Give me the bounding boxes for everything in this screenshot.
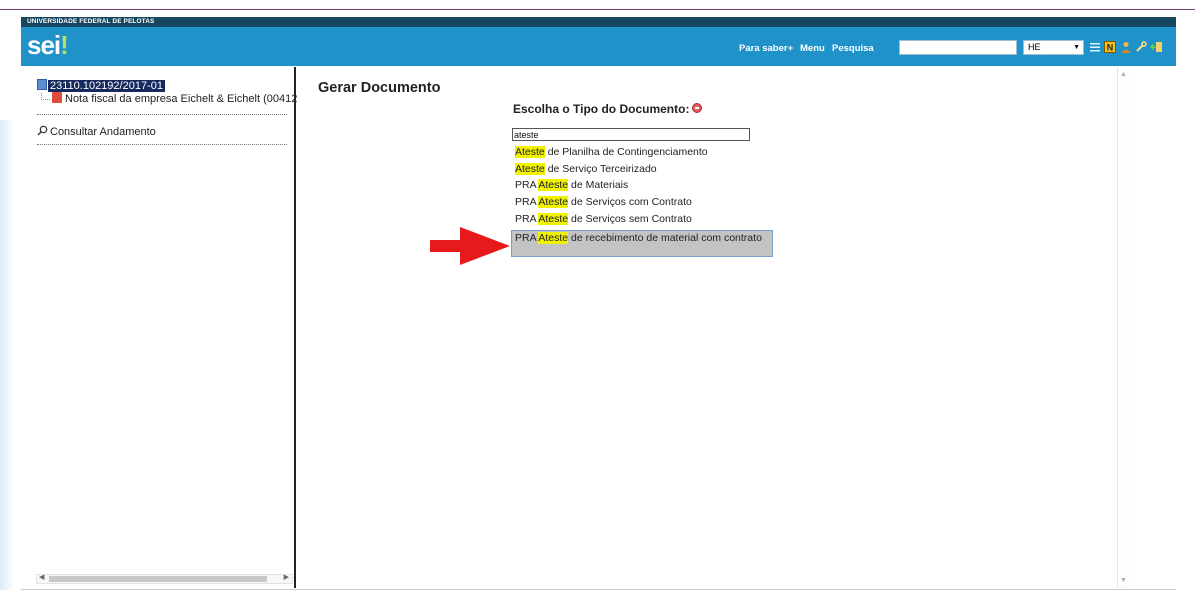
link-para-saber-mais[interactable]: Para saber+ xyxy=(739,43,793,54)
top-rule xyxy=(0,9,1195,10)
option-suffix: de Planilha de Contingenciamento xyxy=(544,146,708,158)
page-title: Gerar Documento xyxy=(318,80,441,96)
scroll-up-icon[interactable]: ▲ xyxy=(1120,71,1127,78)
option-suffix: de Materiais xyxy=(568,179,629,191)
document-type-option[interactable]: Ateste de Planilha de Contingenciamento xyxy=(515,146,708,158)
document-type-option[interactable]: Ateste de Serviço Terceirizado xyxy=(515,163,657,175)
option-prefix: PRA xyxy=(515,179,539,191)
choose-label: Escolha o Tipo do Documento: xyxy=(513,102,690,116)
option-prefix: PRA xyxy=(515,213,539,225)
process-folder-icon xyxy=(37,79,47,90)
option-suffix: de Serviço Terceirizado xyxy=(544,163,657,175)
list-icon[interactable] xyxy=(1089,41,1101,53)
bottom-rule xyxy=(21,589,1176,590)
exit-icon[interactable] xyxy=(1149,41,1162,53)
consultar-andamento-label: Consultar Andamento xyxy=(50,126,156,138)
option-suffix: de Serviços sem Contrato xyxy=(568,213,692,225)
sei-window: UNIVERSIDADE FEDERAL DE PELOTAS sei! Par… xyxy=(0,0,1195,592)
document-label[interactable]: Nota fiscal da empresa Eichelt & Eichelt… xyxy=(65,93,297,105)
option-prefix: PRA xyxy=(515,196,539,208)
document-type-option-selected[interactable]: PRA Ateste de recebimento de material co… xyxy=(511,230,773,257)
sei-logo[interactable]: sei! xyxy=(27,28,69,62)
option-highlight: Ateste xyxy=(515,146,545,158)
org-name: UNIVERSIDADE FEDERAL DE PELOTAS xyxy=(21,17,1176,27)
scroll-right-icon[interactable]: ▶ xyxy=(284,573,289,581)
magnifier-icon xyxy=(37,125,48,136)
document-type-heading: Escolha o Tipo do Documento: xyxy=(513,102,703,116)
option-highlight: Ateste xyxy=(538,179,569,191)
search-input[interactable] xyxy=(899,40,1017,55)
option-suffix: de recebimento de material com contrato xyxy=(568,232,762,244)
vertical-scrollbar[interactable]: ▲ ▼ xyxy=(1117,67,1130,588)
user-icon[interactable] xyxy=(1120,41,1132,53)
document-type-filter-input[interactable] xyxy=(512,128,750,141)
unit-select[interactable]: HE ▼ xyxy=(1023,40,1084,55)
collapse-icon[interactable] xyxy=(692,103,703,113)
left-edge-glow xyxy=(0,120,14,590)
option-highlight: Ateste xyxy=(538,196,569,208)
option-highlight: Ateste xyxy=(538,232,569,244)
red-arrow-annotation xyxy=(430,227,510,265)
chevron-down-icon: ▼ xyxy=(1073,44,1080,51)
unit-select-value: HE xyxy=(1028,42,1041,52)
pdf-icon xyxy=(52,92,62,103)
scroll-down-icon[interactable]: ▼ xyxy=(1120,577,1127,584)
divider xyxy=(37,114,287,115)
logo-text: sei xyxy=(27,30,61,60)
process-tree-panel: 23110.102192/2017-01 Nota fiscal da empr… xyxy=(33,67,297,588)
consultar-andamento-link[interactable]: Consultar Andamento xyxy=(37,125,156,139)
scroll-thumb[interactable] xyxy=(49,576,267,582)
link-pesquisa[interactable]: Pesquisa xyxy=(832,43,874,54)
horizontal-scrollbar[interactable]: ◀ ▶ xyxy=(36,574,293,584)
scroll-left-icon[interactable]: ◀ xyxy=(39,573,44,581)
tree-connector xyxy=(41,93,50,100)
document-type-option[interactable]: PRA Ateste de Serviços sem Contrato xyxy=(515,213,692,225)
logo-dot: ! xyxy=(60,30,69,60)
document-node[interactable]: Nota fiscal da empresa Eichelt & Eichelt… xyxy=(52,92,297,106)
link-menu[interactable]: Menu xyxy=(800,43,825,54)
option-prefix: PRA xyxy=(515,232,539,244)
option-highlight: Ateste xyxy=(515,163,545,175)
svg-text:N: N xyxy=(1107,43,1114,53)
process-node[interactable]: 23110.102192/2017-01 xyxy=(37,79,165,92)
document-type-option[interactable]: PRA Ateste de Serviços com Contrato xyxy=(515,196,692,208)
process-number[interactable]: 23110.102192/2017-01 xyxy=(48,80,165,92)
wrench-icon[interactable] xyxy=(1135,41,1147,53)
document-type-option[interactable]: PRA Ateste de Materiais xyxy=(515,179,628,191)
option-suffix: de Serviços com Contrato xyxy=(568,196,692,208)
option-highlight: Ateste xyxy=(538,213,569,225)
notepad-icon[interactable]: N xyxy=(1104,41,1116,53)
divider xyxy=(37,144,287,145)
header-bar: UNIVERSIDADE FEDERAL DE PELOTAS sei! Par… xyxy=(21,17,1176,66)
